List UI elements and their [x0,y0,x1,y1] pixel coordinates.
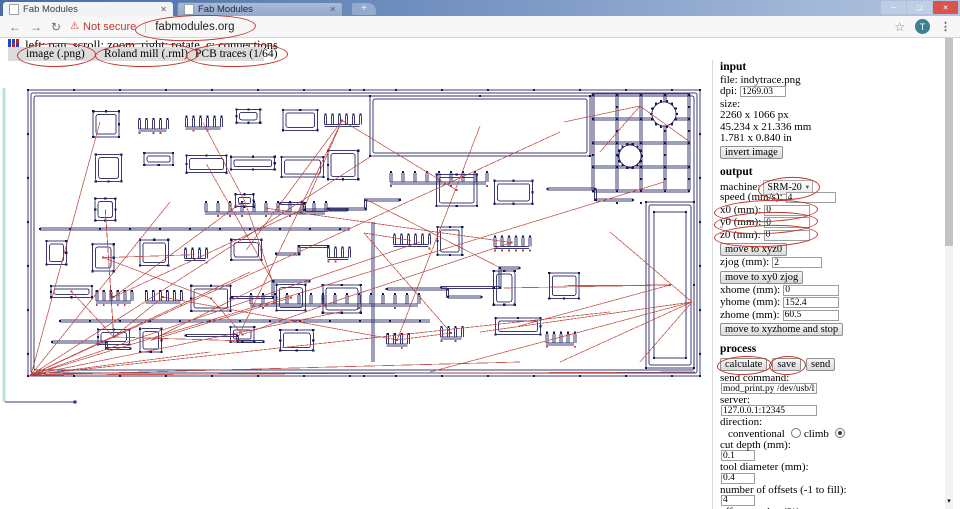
save-button[interactable]: save [772,358,801,372]
tab-title: Fab Modules [198,4,253,15]
tab-close-icon[interactable]: ✕ [160,5,167,14]
menu-icon[interactable]: ⋮ [940,20,951,33]
z0-input[interactable] [763,229,810,241]
xhome-label: xhome (mm): [720,283,781,296]
select-roland-mill[interactable]: Roland mill (.rml) [104,47,188,61]
y0-field: y0 (mm): [720,216,811,229]
scrollbar-thumb[interactable] [945,38,953,246]
zhome-field: zhome (mm): [720,309,839,321]
close-button[interactable]: ✕ [933,1,958,14]
yhome-field: yhome (mm): [720,296,840,309]
zjog-input[interactable] [772,257,823,269]
page-icon [184,4,194,15]
zhome-input[interactable] [782,309,839,321]
browser-tab-active[interactable]: Fab Modules ✕ [3,2,173,16]
new-tab-button[interactable]: + [352,3,376,15]
pcb-toolpath-canvas[interactable] [0,62,712,509]
y0-input[interactable] [764,217,811,229]
cut-depth-input[interactable] [721,450,755,462]
size-label: size: [720,97,741,110]
direction-conventional-label: conventional [728,427,785,440]
direction-label: direction: [720,416,763,429]
dpi-input[interactable] [740,86,787,98]
cut-depth-label: cut depth (mm): [720,439,791,452]
z0-field: z0 (mm): [720,229,810,241]
x0-input[interactable] [764,204,811,216]
xhome-field: xhome (mm): [720,283,840,296]
select-image-png[interactable]: image (.png) [26,47,85,61]
size-in: 1.781 x 0.840 in [720,132,792,145]
yhome-label: yhome (mm): [720,296,781,309]
number-of-offsets-label: number of offsets (-1 to fill): [720,483,847,496]
warning-icon: ⚠ [70,21,80,32]
tab-title: Fab Modules [23,3,78,15]
move-to-xyzhome-button[interactable]: move to xyzhome and stop [720,323,844,337]
dpi-field: dpi: [720,85,787,98]
browser-titlebar: Fab Modules ✕ Fab Modules ✕ + ─ ❏ ✕ [0,0,960,16]
tool-diameter-label: tool diameter (mm): [720,461,809,474]
content-divider [712,60,713,509]
address-separator [145,20,147,33]
file-label: file: indytrace.png [720,74,801,86]
y0-label: y0 (mm): [720,216,762,229]
tool-diameter-input[interactable] [721,472,755,484]
reload-icon[interactable]: ↻ [51,21,61,33]
address-bar: ← → ↻ ⚠ Not secure fabmodules.org ☆ T ⋮ [0,16,960,38]
zhome-label: zhome (mm): [720,308,780,321]
z0-label: z0 (mm): [720,228,761,241]
scroll-down-icon[interactable]: ▾ [943,495,955,507]
section-title-output: output [720,165,753,178]
section-title-process: process [720,343,757,356]
security-indicator[interactable]: ⚠ Not secure [70,21,136,33]
bookmark-star-icon[interactable]: ☆ [894,20,905,34]
avatar[interactable]: T [915,19,930,34]
speed-field: speed (mm/s): [720,191,836,204]
x0-label: x0 (mm): [720,203,762,216]
speed-input[interactable] [785,192,836,204]
move-to-xy0-zjog-button[interactable]: move to xy0 zjog [720,270,804,284]
zjog-field: zjog (mm): [720,256,823,269]
send-command-label: send command: [720,372,790,385]
server-input[interactable] [721,405,817,417]
security-label: Not secure [83,20,137,33]
page-icon [9,3,19,15]
speed-label: speed (mm/s): [720,191,783,204]
format-select-bar: image (.png) Roland mill (.rml) PCB traces… [8,47,277,61]
direction-climb-radio[interactable] [834,427,845,438]
size-px: 2260 x 1066 px [720,109,789,122]
select-pcb-traces[interactable]: PCB traces (1/64) [195,47,277,61]
direction-conventional-radio[interactable] [790,427,801,438]
invert-image-button[interactable]: invert image [720,145,783,159]
calculate-button[interactable]: calculate [720,358,768,372]
browser-tab-inactive[interactable]: Fab Modules ✕ [177,2,343,16]
settings-sidebar: inputfile: indytrace.pngdpi:size:2260 x … [720,59,944,509]
move-to-xyz0-button[interactable]: move to xyz0 [720,243,788,257]
maximize-button[interactable]: ❏ [907,1,932,14]
server-label: server: [720,394,750,407]
number-of-offsets-input[interactable] [721,494,755,506]
size-mm: 45.234 x 21.336 mm [720,120,812,133]
forward-icon[interactable]: → [30,21,42,33]
send-button[interactable]: send [805,358,836,372]
x0-field: x0 (mm): [720,203,811,216]
section-title-input: input [720,61,747,73]
back-icon[interactable]: ← [9,21,21,33]
send-command-input[interactable] [721,383,817,395]
dpi-label: dpi: [720,85,738,98]
zjog-label: zjog (mm): [720,256,770,269]
tab-close-icon[interactable]: ✕ [329,5,336,14]
url-text[interactable]: fabmodules.org [155,21,234,33]
minimize-button[interactable]: ─ [881,1,906,14]
direction-climb-label: climb [803,427,829,440]
xhome-input[interactable] [783,284,840,296]
yhome-input[interactable] [783,297,840,309]
